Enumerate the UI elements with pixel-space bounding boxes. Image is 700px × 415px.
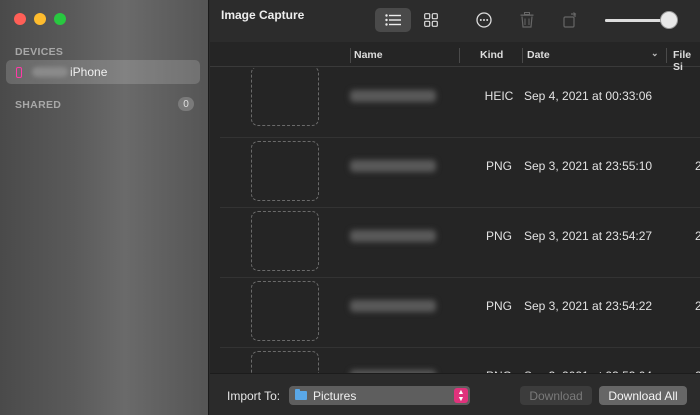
redacted-file-name (350, 90, 436, 102)
row-kind: PNG (485, 159, 512, 173)
grid-view-button[interactable] (418, 8, 444, 32)
device-name: iPhone (70, 65, 108, 79)
redacted-file-name (350, 160, 436, 172)
table-row[interactable]: PNG Sep 3, 2021 at 23:54:22 2 (210, 278, 700, 348)
thumbnail-placeholder (251, 281, 319, 341)
row-file-size: 2 (695, 159, 700, 173)
thumbnail-placeholder (251, 211, 319, 271)
minimize-window-button[interactable] (34, 13, 46, 25)
column-separator[interactable] (459, 48, 460, 63)
import-destination-value: Pictures (313, 388, 357, 403)
table-row[interactable]: PNG Sep 3, 2021 at 23:55:10 2 (210, 138, 700, 208)
slider-fill (605, 19, 661, 22)
ellipsis-circle-icon (476, 12, 492, 28)
window-controls (14, 13, 66, 25)
import-destination-select[interactable]: Pictures ▲ ▼ (289, 386, 470, 405)
trash-icon (520, 12, 534, 28)
window-title: Image Capture (221, 8, 305, 22)
bottom-bar: Import To: Pictures ▲ ▼ Download Download… (210, 373, 700, 415)
sidebar: DEVICES iPhone SHARED 0 (0, 0, 209, 415)
sort-chevron-down-icon: ⌄ (651, 48, 659, 58)
devices-section-title: DEVICES (15, 46, 64, 58)
redacted-device-owner (32, 67, 68, 77)
grid-view-icon (424, 13, 438, 27)
row-date: Sep 3, 2021 at 23:54:27 (524, 229, 653, 243)
zoom-window-button[interactable] (54, 13, 66, 25)
list-view-button[interactable] (375, 8, 411, 32)
thumbnail-placeholder (251, 68, 319, 126)
redacted-file-name (350, 230, 436, 242)
table-header: Name Kind Date ⌄ File Si (210, 45, 700, 73)
main-panel: Image Capture Name Kind Date ⌄ File Si H… (210, 0, 700, 415)
row-date: Sep 3, 2021 at 23:55:10 (524, 159, 653, 173)
column-header-date[interactable]: Date (527, 49, 550, 61)
rotate-button[interactable] (558, 8, 582, 32)
table-row[interactable]: HEIC Sep 4, 2021 at 00:33:06 (210, 68, 700, 138)
shared-section-title: SHARED (15, 99, 62, 111)
row-file-size: 2 (695, 229, 700, 243)
column-separator[interactable] (350, 48, 351, 63)
iphone-icon (16, 66, 22, 78)
close-window-button[interactable] (14, 13, 26, 25)
column-header-kind[interactable]: Kind (480, 49, 503, 61)
more-options-button[interactable] (472, 8, 496, 32)
row-kind: PNG (485, 229, 512, 243)
row-kind: PNG (485, 299, 512, 313)
delete-button[interactable] (515, 8, 539, 32)
thumbnail-placeholder (251, 141, 319, 201)
shared-count-badge: 0 (178, 97, 194, 111)
import-to-label: Import To: (227, 389, 281, 403)
column-separator[interactable] (522, 48, 523, 63)
redacted-file-name (350, 300, 436, 312)
column-header-name[interactable]: Name (354, 49, 383, 61)
row-kind: HEIC (484, 89, 514, 103)
download-all-button[interactable]: Download All (599, 386, 687, 405)
table-row[interactable]: PNGSep 3, 2021 at 23:53:042 (210, 348, 700, 373)
download-button[interactable]: Download (520, 386, 592, 405)
sidebar-item-iphone[interactable]: iPhone (6, 60, 200, 84)
folder-icon (295, 389, 307, 400)
row-date: Sep 4, 2021 at 00:33:06 (524, 89, 653, 103)
toolbar: Image Capture (210, 0, 700, 42)
slider-knob[interactable] (660, 11, 678, 29)
table-row[interactable]: PNG Sep 3, 2021 at 23:54:27 2 (210, 208, 700, 278)
row-date: Sep 3, 2021 at 23:54:22 (524, 299, 653, 313)
select-arrows-icon: ▲ ▼ (454, 388, 468, 403)
list-view-icon (385, 14, 401, 26)
thumbnail-placeholder (251, 351, 319, 373)
rotate-icon (562, 12, 576, 28)
row-file-size: 2 (695, 299, 700, 313)
file-list: HEIC Sep 4, 2021 at 00:33:06 PNG Sep 3, 202… (210, 68, 700, 373)
column-separator[interactable] (666, 48, 667, 63)
